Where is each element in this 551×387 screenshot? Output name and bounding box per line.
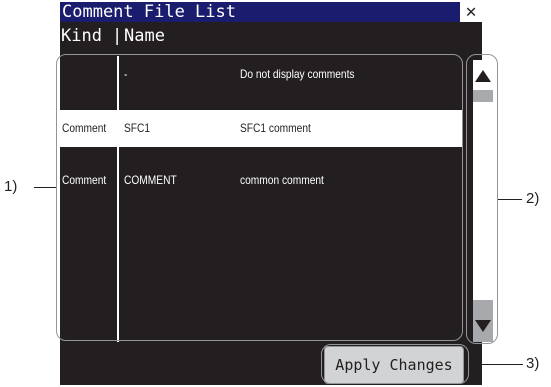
callout-line-1	[34, 187, 56, 188]
callout-line-2	[498, 199, 522, 200]
callout-line-3	[469, 364, 523, 365]
callout-bracket-button	[321, 344, 469, 384]
callout-label-3: 3)	[526, 355, 540, 372]
close-icon[interactable]: ✕	[460, 2, 482, 22]
callout-label-1: 1)	[4, 178, 18, 195]
column-header-name: Name	[124, 26, 165, 46]
column-header-separator: |	[112, 26, 123, 46]
column-header-kind: Kind	[61, 26, 102, 46]
callout-label-2: 2)	[526, 190, 540, 207]
title-bar: Comment File List ✕	[60, 2, 482, 22]
callout-bracket-scrollbar	[466, 54, 498, 344]
window-title: Comment File List	[62, 2, 236, 22]
callout-bracket-list	[56, 54, 463, 341]
